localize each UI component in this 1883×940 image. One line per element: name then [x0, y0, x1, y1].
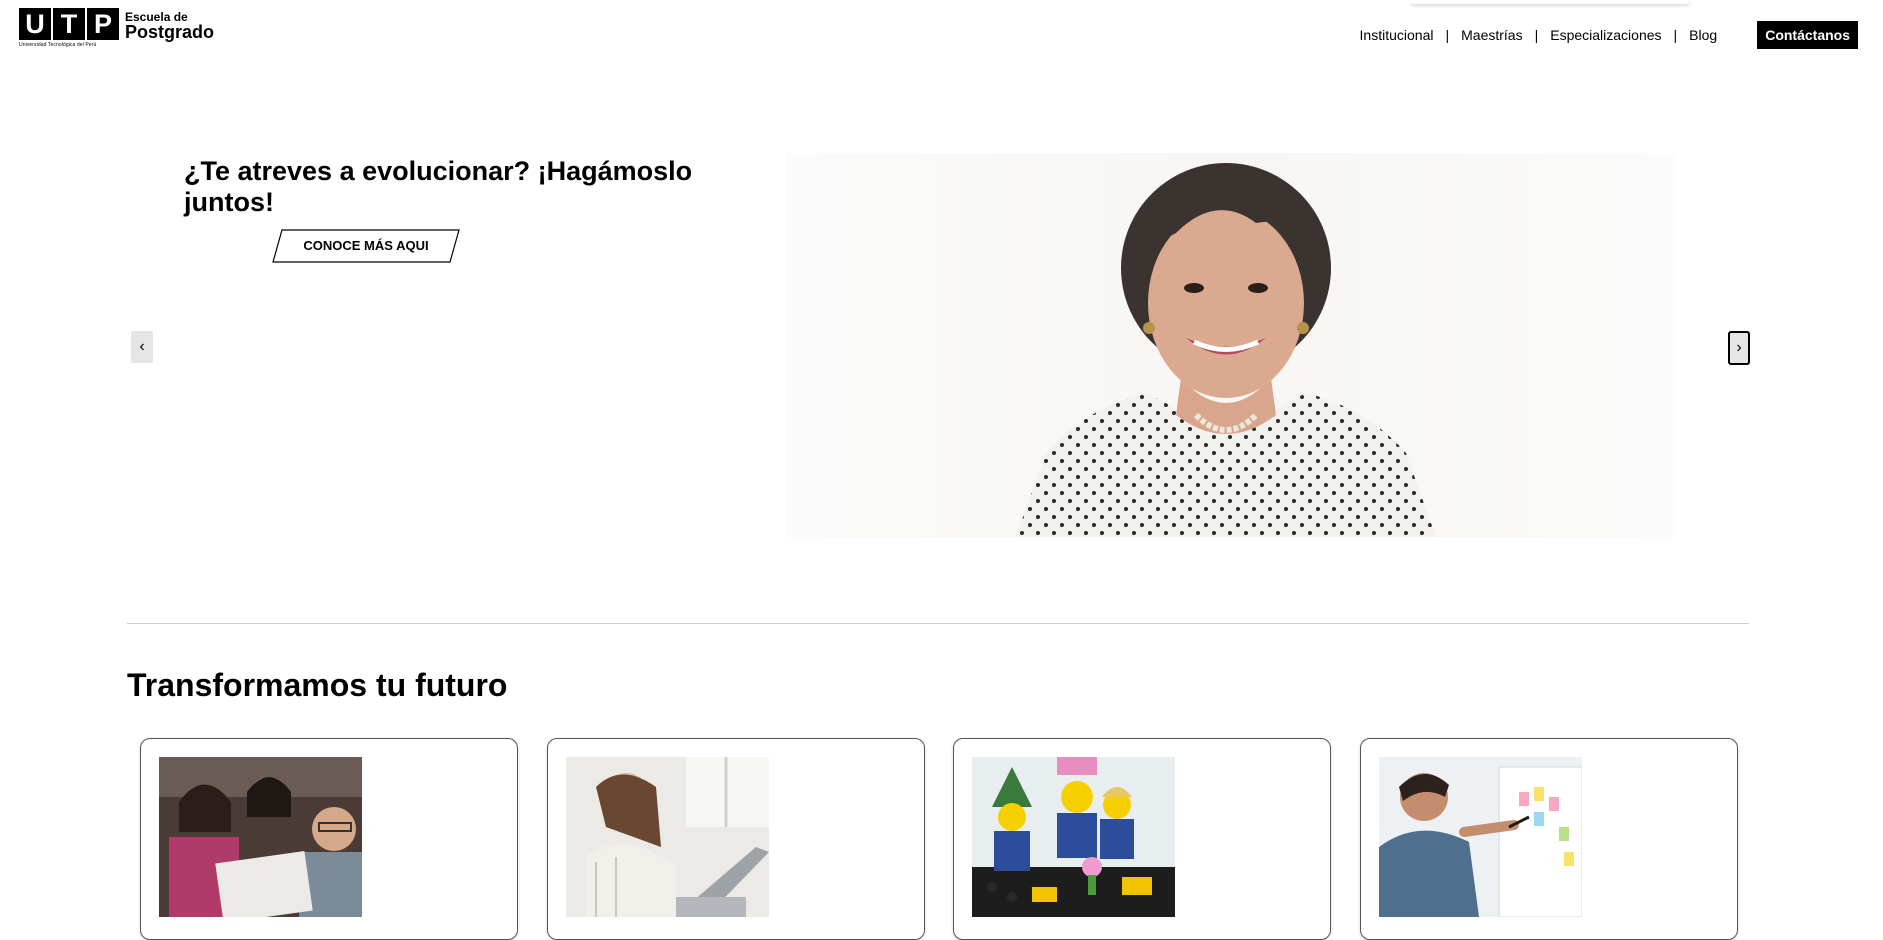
logo-school-line2: Postgrado [125, 22, 215, 42]
logo-letter-t: T [53, 8, 85, 40]
section-title: Transformamos tu futuro [127, 667, 508, 703]
hero-portrait-image [786, 153, 1676, 537]
learn-more-button[interactable]: CONOCE MÁS AQUI [272, 229, 460, 263]
learn-more-label: CONOCE MÁS AQUI [303, 238, 429, 253]
logo-school-name: Escuela de Postgrado [125, 8, 214, 41]
section-divider [127, 623, 1749, 624]
carousel-prev-button[interactable]: ‹ [131, 331, 153, 363]
carousel-next-button[interactable]: › [1728, 331, 1750, 365]
hero-title: ¿Te atreves a evolucionar? ¡Hagámoslo ju… [184, 156, 693, 217]
program-card[interactable] [140, 738, 518, 940]
man-whiteboard-image [1379, 757, 1582, 917]
students-image [159, 757, 362, 917]
laptop-woman-image [566, 757, 769, 917]
contact-button[interactable]: Contáctanos [1757, 21, 1858, 49]
logo-letter-u: U [19, 8, 51, 40]
utp-logo[interactable]: U T P Universidad Tecnológica del Perú E… [19, 8, 214, 48]
logo-university-name: Universidad Tecnológica del Perú [19, 42, 97, 48]
nav-item-especializaciones[interactable]: Especializaciones [1538, 27, 1673, 43]
nav-item-blog[interactable]: Blog [1677, 27, 1729, 43]
logo-mark: U T P Universidad Tecnológica del Perú [19, 8, 121, 48]
woman-portrait-illustration [1016, 163, 1436, 537]
site-header: U T P Universidad Tecnológica del Perú E… [0, 0, 1883, 62]
program-card[interactable] [547, 738, 925, 940]
nav-item-maestrias[interactable]: Maestrías [1449, 27, 1534, 43]
nav-item-institucional[interactable]: Institucional [1348, 27, 1446, 43]
program-card[interactable] [1360, 738, 1738, 940]
program-card[interactable] [953, 738, 1331, 940]
main-nav: Institucional | Maestrías | Especializac… [1348, 21, 1858, 49]
logo-letter-p: P [87, 8, 119, 40]
logo-letters: U T P [19, 8, 121, 40]
lego-figures-image [972, 757, 1175, 917]
